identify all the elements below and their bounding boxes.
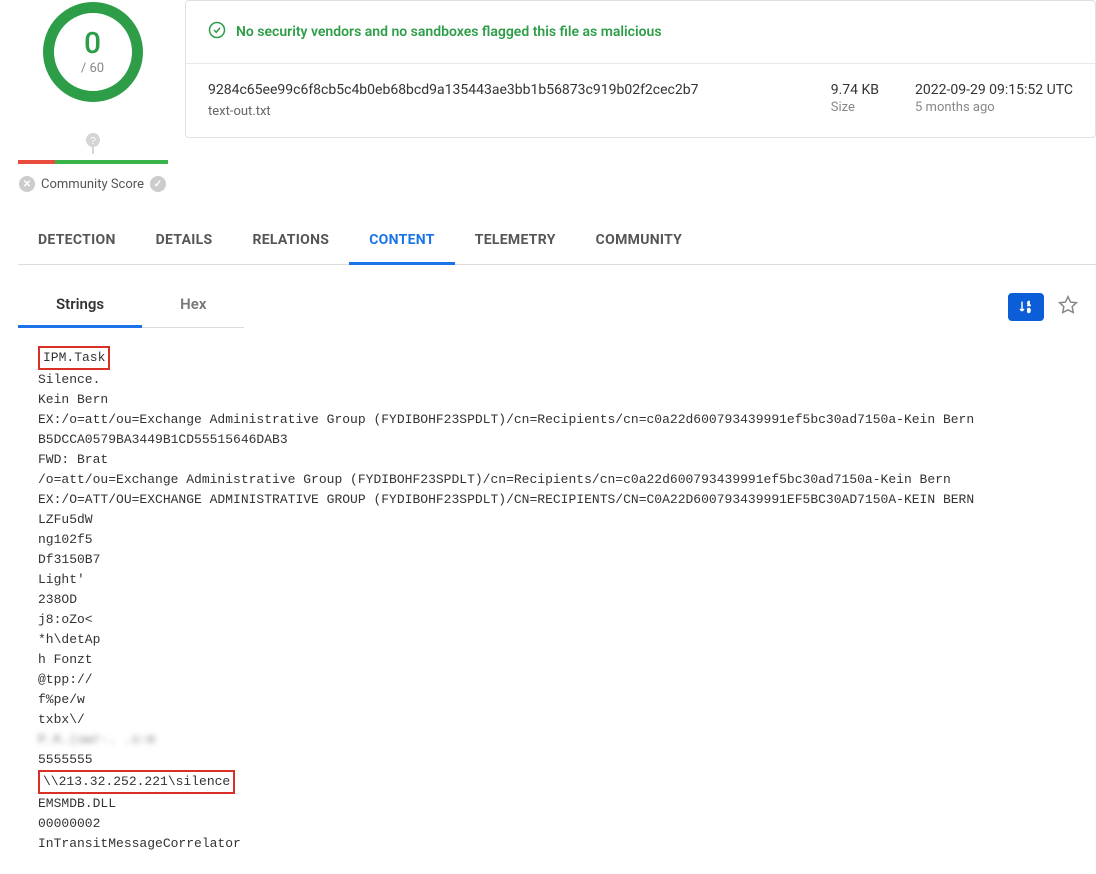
- check-icon: ✓: [150, 176, 166, 192]
- star-icon[interactable]: [1058, 295, 1078, 319]
- tab-details[interactable]: DETAILS: [136, 222, 233, 264]
- file-date-label: 5 months ago: [915, 100, 1073, 115]
- string-line: 00000002: [38, 816, 100, 831]
- string-line: Kein Bern: [38, 392, 108, 407]
- tab-relations[interactable]: RELATIONS: [232, 222, 349, 264]
- file-size-label: Size: [831, 100, 879, 115]
- string-line: h Fonzt: [38, 652, 93, 667]
- banner-message: No security vendors and no sandboxes fla…: [236, 24, 662, 40]
- content-subtabs: Strings Hex: [18, 285, 244, 328]
- string-line: 238OD: [38, 592, 77, 607]
- score-numerator: 0: [84, 29, 101, 59]
- tab-detection[interactable]: DETECTION: [18, 222, 136, 264]
- community-score-label: Community Score: [41, 177, 144, 192]
- strings-content: IPM.Task Silence. Kein Bern EX:/o=att/ou…: [0, 338, 1096, 874]
- string-line: txbx\/: [38, 712, 85, 727]
- shield-check-icon: [208, 21, 226, 43]
- file-info-card: No security vendors and no sandboxes fla…: [185, 0, 1096, 138]
- string-line: 5555555: [38, 752, 93, 767]
- file-hash[interactable]: 9284c65ee99c6f8cb5c4b0eb68bcd9a135443ae3…: [208, 82, 811, 98]
- tab-community[interactable]: COMMUNITY: [576, 222, 702, 264]
- string-line: j8:oZo<: [38, 612, 93, 627]
- string-line: EMSMDB.DLL: [38, 796, 116, 811]
- close-icon: ✕: [19, 176, 35, 192]
- sort-arrows-icon: 19: [1018, 299, 1034, 315]
- string-line: *h\detAp: [38, 632, 100, 647]
- string-line: FWD: Brat: [38, 452, 108, 467]
- tab-telemetry[interactable]: TELEMETRY: [455, 222, 576, 264]
- community-score-bar: [18, 160, 168, 164]
- string-line: EX:/o=att/ou=Exchange Administrative Gro…: [38, 412, 974, 427]
- highlighted-string-ipm-task: IPM.Task: [38, 346, 110, 370]
- string-line: B5DCCA0579BA3449B1CD55515646DAB3: [38, 432, 288, 447]
- string-line: @tpp://: [38, 672, 93, 687]
- string-line: f%pe/w: [38, 692, 85, 707]
- main-tabs: DETECTION DETAILS RELATIONS CONTENT TELE…: [18, 222, 1096, 265]
- string-line: Df3150B7: [38, 552, 100, 567]
- safe-banner: No security vendors and no sandboxes fla…: [186, 1, 1095, 64]
- tab-content[interactable]: CONTENT: [349, 222, 455, 265]
- string-line: Light': [38, 572, 85, 587]
- score-denominator: / 60: [81, 61, 104, 76]
- string-line: /o=att/ou=Exchange Administrative Group …: [38, 472, 951, 487]
- subtab-hex[interactable]: Hex: [142, 285, 244, 327]
- string-line: ng102f5: [38, 532, 93, 547]
- string-line: Silence.: [38, 372, 100, 387]
- score-column: 0 / 60 ? ✕ Community Score ✓: [0, 0, 185, 192]
- sort-button[interactable]: 19: [1008, 293, 1044, 321]
- string-line: LZFu5dW: [38, 512, 93, 527]
- svg-text:9: 9: [1027, 308, 1030, 314]
- highlighted-string-ip-path: \\213.32.252.221\silence: [38, 770, 235, 794]
- string-line: InTransitMessageCorrelator: [38, 836, 241, 851]
- file-name: text-out.txt: [208, 104, 811, 119]
- subtab-strings[interactable]: Strings: [18, 285, 142, 328]
- svg-text:?: ?: [90, 136, 96, 147]
- svg-text:1: 1: [1027, 301, 1030, 307]
- string-line-redacted: P.K.(uwr-. .s:m: [38, 730, 155, 750]
- file-date-value: 2022-09-29 09:15:52 UTC: [915, 82, 1073, 98]
- file-size-value: 9.74 KB: [831, 82, 879, 98]
- pin-icon: ?: [83, 132, 103, 156]
- string-line: EX:/O=ATT/OU=EXCHANGE ADMINISTRATIVE GRO…: [38, 492, 974, 507]
- detection-score-circle: 0 / 60: [43, 2, 143, 102]
